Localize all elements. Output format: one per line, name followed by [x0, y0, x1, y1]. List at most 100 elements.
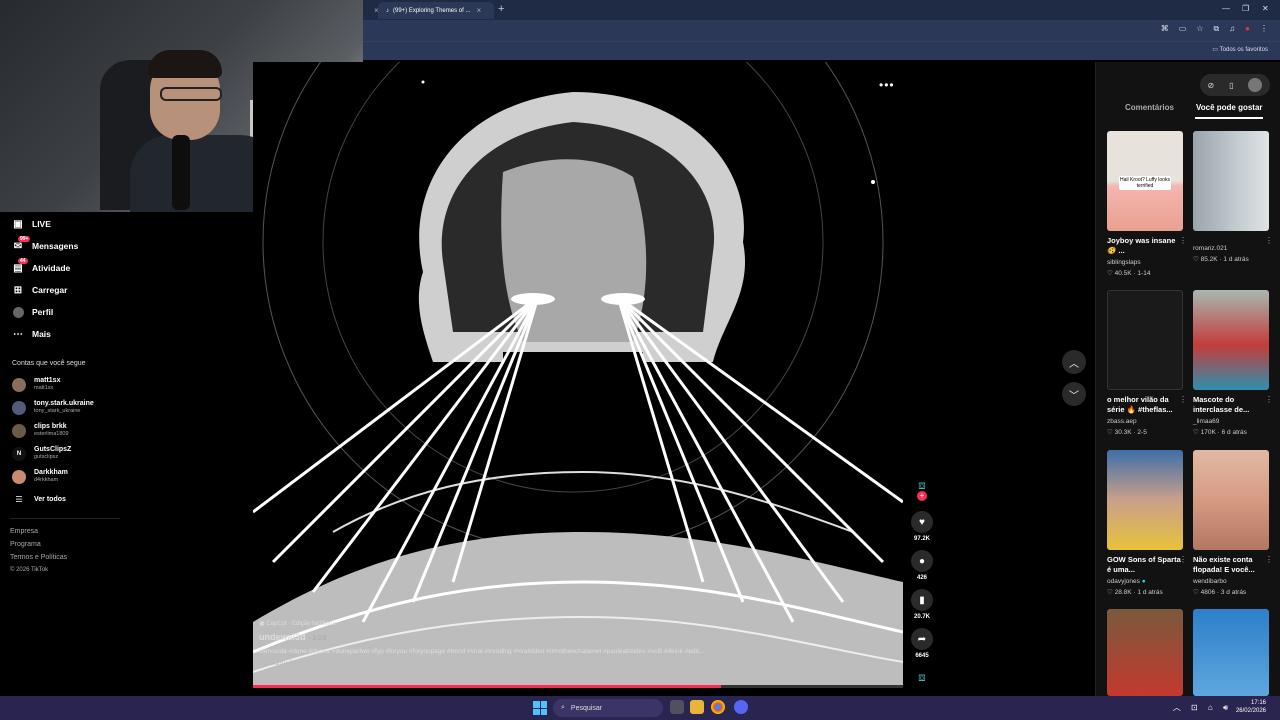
card-more-icon[interactable]: ⋮: [1179, 555, 1187, 564]
media-icon[interactable]: ♫: [1229, 24, 1235, 34]
heart-outline-icon: ♡: [1107, 589, 1115, 596]
video-card[interactable]: Mascote do interclasse de... ⋮ _limaa69 …: [1193, 290, 1273, 436]
following-account[interactable]: matt1sx matt1sx: [12, 377, 60, 392]
video-card[interactable]: o melhor vilão da série 🔥 #theflas... ⋮ …: [1107, 290, 1187, 436]
sidebar-item-upload[interactable]: ⊞ Carregar: [12, 284, 68, 296]
video-author[interactable]: undewal3d · 1-23: [259, 632, 859, 642]
profile-avatar-icon[interactable]: ●: [1245, 24, 1250, 34]
upload-icon: ⊞: [13, 284, 23, 296]
video-card[interactable]: GOW Sons of Sparta é uma... ⋮ odavyjones…: [1107, 450, 1187, 596]
video-card[interactable]: Hail Kroot? Luffy looks terrified Joyboy…: [1107, 131, 1187, 277]
screen: ♪ (99+) Exploring Themes of ... × × + — …: [0, 0, 1280, 720]
sound-disc-button[interactable]: ⧈: [910, 670, 934, 685]
new-tab-icon[interactable]: +: [498, 3, 504, 15]
see-all-link[interactable]: ☰ Ver todos: [12, 495, 66, 504]
more-options-icon[interactable]: •••: [879, 78, 895, 92]
next-video-button[interactable]: ﹀: [1062, 382, 1086, 406]
list-icon: ☰: [15, 495, 23, 504]
chrome-icon[interactable]: [711, 700, 725, 714]
chevron-down-icon: ﹀: [1069, 390, 1079, 402]
card-title: Não existe conta flopada! E você...: [1193, 555, 1255, 574]
folder-icon: ▭: [1212, 47, 1219, 53]
user-avatar-icon[interactable]: [1248, 78, 1263, 92]
profile-icon: [12, 306, 24, 318]
previous-video-button[interactable]: ︿: [1062, 350, 1086, 374]
share-button[interactable]: ➦ 6645: [910, 628, 934, 659]
sidebar-item-live[interactable]: ▣ LIVE: [12, 218, 51, 230]
save-button[interactable]: ▮ 20.7K: [910, 589, 934, 620]
card-more-icon[interactable]: ⋮: [1265, 555, 1273, 564]
maximize-icon[interactable]: ❐: [1242, 4, 1249, 13]
webcam-person-hair: [148, 50, 222, 78]
video-card[interactable]: [1193, 609, 1269, 696]
search-icon: ⌕: [561, 704, 565, 711]
system-tray-icons[interactable]: ︿ ⊡ ⌂ 🔊︎: [1173, 702, 1232, 713]
tab-you-may-like[interactable]: Você pode gostar: [1196, 103, 1263, 112]
star-icon[interactable]: ☆: [1196, 24, 1203, 34]
like-button[interactable]: ♥ 97.2K: [910, 511, 934, 542]
sidebar-item-messages[interactable]: ✉ 99+ Mensagens: [12, 236, 78, 252]
footer-link[interactable]: Programa: [10, 541, 41, 548]
comment-button[interactable]: ● 426: [910, 550, 934, 581]
browser-tab-active[interactable]: ♪ (99+) Exploring Themes of ... ×: [378, 2, 494, 19]
like-count: 97.2K: [913, 536, 930, 542]
panel-toolbar: ⊘ ▯: [1200, 74, 1270, 96]
see-translation-link[interactable]: Ver tradução: [259, 660, 859, 667]
card-author: wendibarbo: [1193, 578, 1227, 585]
discord-icon[interactable]: [734, 700, 748, 714]
video-card[interactable]: [1107, 609, 1183, 696]
card-more-icon[interactable]: ⋮: [1265, 236, 1273, 245]
footer-link[interactable]: Empresa: [10, 528, 38, 535]
save-count: 20.7K: [913, 614, 930, 620]
video-player[interactable]: [253, 62, 903, 688]
windows-start-icon[interactable]: [533, 701, 547, 715]
close-tab-icon[interactable]: ×: [374, 6, 379, 15]
video-hashtags[interactable]: Genocide #dune #dune2 #dunepartwo #fyp #…: [259, 648, 859, 655]
close-tab-icon[interactable]: ×: [476, 6, 481, 15]
video-thumbnail: [1193, 131, 1269, 231]
menu-icon[interactable]: ⋮: [1260, 24, 1268, 34]
following-account[interactable]: tony.stark.ukraine tony_stark_ukraine: [12, 400, 94, 415]
sidebar-item-more[interactable]: ⋯ Mais: [12, 328, 51, 340]
video-frame: [253, 62, 903, 688]
creator-avatar-button[interactable]: ⧈ +: [910, 478, 934, 501]
phone-icon[interactable]: ▯: [1229, 81, 1233, 90]
card-title: GOW Sons of Sparta é uma...: [1107, 555, 1181, 574]
compass-icon[interactable]: ⊘: [1207, 81, 1214, 90]
tab-comments[interactable]: Comentários: [1125, 103, 1174, 112]
following-account[interactable]: N GutsClipsZ gutsclipsz: [12, 446, 71, 461]
translate-icon[interactable]: ⌘: [1161, 24, 1169, 34]
video-thumbnail: [1107, 609, 1183, 696]
comment-icon: ●: [911, 550, 933, 572]
sidebar-item-profile[interactable]: Perfil: [12, 306, 53, 318]
close-window-icon[interactable]: ✕: [1262, 4, 1269, 13]
activity-icon: ▤ 44: [13, 258, 28, 274]
footer-link[interactable]: Termos e Políticas: [10, 554, 67, 561]
avatar: [12, 400, 26, 415]
card-more-icon[interactable]: ⋮: [1179, 395, 1187, 404]
task-view-icon[interactable]: [670, 700, 684, 714]
minimize-icon[interactable]: —: [1222, 4, 1230, 13]
all-bookmarks[interactable]: ▭ Todos os favoritos: [1212, 46, 1268, 53]
card-more-icon[interactable]: ⋮: [1179, 236, 1187, 245]
video-progress-fill: [253, 685, 721, 688]
video-thumbnail: [1193, 290, 1269, 390]
active-tab-underline: [1195, 117, 1263, 119]
taskbar-clock[interactable]: 17:16 26/02/2026: [1236, 699, 1266, 715]
video-card[interactable]: Não existe conta flopada! E você... ⋮ we…: [1193, 450, 1273, 596]
video-card[interactable]: ⋮ romariz.021 ♡ 85.2K · 1 d atrás: [1193, 131, 1273, 263]
following-account[interactable]: clips brkk esterlima1809: [12, 423, 69, 438]
video-progress-bar[interactable]: [253, 685, 903, 688]
following-account[interactable]: Darkkham d4rkkham: [12, 469, 68, 484]
taskbar-search[interactable]: ⌕ Pesquisar: [553, 699, 663, 717]
video-caption: ▣ CapCut · Edição facilitada undewal3d ·…: [259, 620, 859, 667]
cast-icon[interactable]: ▭: [1179, 24, 1187, 34]
sidebar-item-activity[interactable]: ▤ 44 Atividade: [12, 258, 70, 274]
card-author: zbass.aep: [1107, 418, 1137, 425]
extensions-icon[interactable]: ⧉: [1213, 24, 1219, 34]
card-more-icon[interactable]: ⋮: [1265, 395, 1273, 404]
heart-outline-icon: ♡: [1107, 429, 1115, 436]
file-explorer-icon[interactable]: [690, 700, 704, 714]
capcut-label[interactable]: ▣ CapCut · Edição facilitada: [259, 620, 859, 627]
card-author: _limaa69: [1193, 418, 1220, 425]
